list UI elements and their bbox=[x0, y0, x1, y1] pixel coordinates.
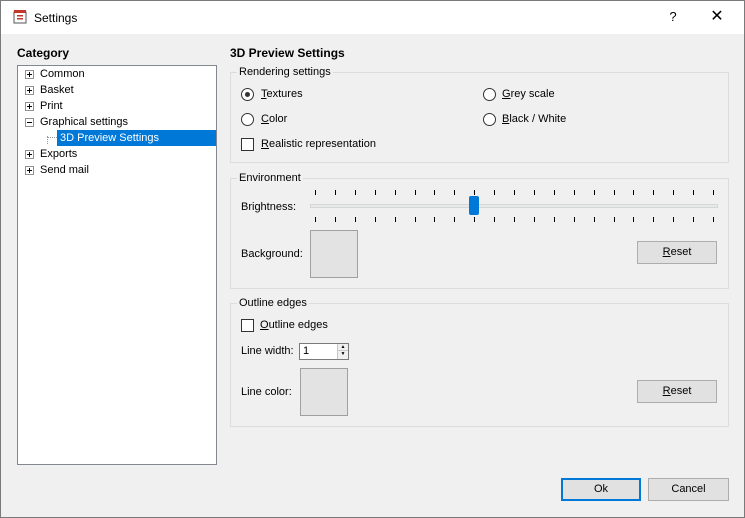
expand-icon[interactable] bbox=[25, 166, 34, 175]
tree-item-label: 3D Preview Settings bbox=[60, 132, 160, 144]
slider-tick bbox=[633, 217, 634, 222]
grey-scale-label[interactable]: Grey scale bbox=[502, 88, 555, 100]
expand-icon[interactable] bbox=[25, 150, 34, 159]
slider-tick bbox=[554, 190, 555, 195]
cancel-button[interactable]: Cancel bbox=[648, 478, 729, 501]
tree-item-label: Graphical settings bbox=[40, 116, 129, 128]
tree-item-label: Basket bbox=[40, 84, 74, 96]
line-color-swatch[interactable] bbox=[300, 368, 348, 416]
slider-tick bbox=[534, 217, 535, 222]
page-title: 3D Preview Settings bbox=[230, 46, 345, 60]
collapse-icon[interactable] bbox=[25, 118, 34, 127]
slider-tick bbox=[375, 217, 376, 222]
background-color-swatch[interactable] bbox=[310, 230, 358, 278]
expand-icon[interactable] bbox=[25, 70, 34, 79]
slider-tick bbox=[454, 217, 455, 222]
background-label: Background: bbox=[241, 248, 303, 260]
slider-tick bbox=[514, 217, 515, 222]
tree-connector bbox=[47, 137, 57, 138]
ok-button[interactable]: Ok bbox=[561, 478, 641, 501]
slider-tick bbox=[614, 190, 615, 195]
realistic-representation-label[interactable]: Realistic representation bbox=[261, 138, 376, 150]
slider-tick bbox=[594, 217, 595, 222]
stepper-buttons: ▲ ▼ bbox=[337, 344, 348, 359]
line-color-label: Line color: bbox=[241, 386, 292, 398]
slider-tick bbox=[574, 217, 575, 222]
slider-tick bbox=[315, 190, 316, 195]
line-width-label: Line width: bbox=[241, 345, 294, 357]
slider-tick bbox=[693, 217, 694, 222]
stepper-up-icon[interactable]: ▲ bbox=[338, 344, 348, 351]
slider-tick bbox=[355, 217, 356, 222]
color-label[interactable]: Color bbox=[261, 113, 287, 125]
slider-tick bbox=[614, 217, 615, 222]
outline-reset-button[interactable]: Reset bbox=[637, 380, 717, 403]
app-icon bbox=[13, 10, 27, 24]
slider-tick bbox=[554, 217, 555, 222]
slider-tick bbox=[514, 190, 515, 195]
slider-tick bbox=[574, 190, 575, 195]
line-width-stepper[interactable]: 1 ▲ ▼ bbox=[299, 343, 349, 360]
expand-icon[interactable] bbox=[25, 86, 34, 95]
slider-tick bbox=[713, 217, 714, 222]
black-white-label[interactable]: Black / White bbox=[502, 113, 566, 125]
slider-tick bbox=[335, 190, 336, 195]
slider-tick bbox=[395, 190, 396, 195]
category-heading: Category bbox=[17, 46, 70, 60]
slider-tick bbox=[673, 217, 674, 222]
close-button[interactable]: ✕ bbox=[703, 6, 731, 28]
brightness-label: Brightness: bbox=[241, 201, 297, 213]
textures-radio[interactable] bbox=[241, 88, 254, 101]
slider-tick bbox=[494, 190, 495, 195]
realistic-representation-checkbox[interactable] bbox=[241, 138, 254, 151]
slider-tick bbox=[594, 190, 595, 195]
brightness-slider-thumb[interactable] bbox=[469, 196, 479, 215]
slider-tick bbox=[434, 190, 435, 195]
textures-label[interactable]: Textures bbox=[261, 88, 303, 100]
slider-tick bbox=[474, 217, 475, 222]
grey-scale-radio[interactable] bbox=[483, 88, 496, 101]
slider-tick bbox=[315, 217, 316, 222]
slider-tick bbox=[474, 190, 475, 195]
group-title: Environment bbox=[237, 172, 303, 184]
group-title: Outline edges bbox=[237, 297, 309, 309]
category-tree[interactable]: Common Basket Print Graphical settings 3… bbox=[17, 65, 217, 465]
tree-item-label: Exports bbox=[40, 148, 78, 160]
brightness-slider-track[interactable] bbox=[310, 204, 718, 208]
line-width-value[interactable]: 1 bbox=[303, 345, 309, 357]
environment-reset-button[interactable]: Reset bbox=[637, 241, 717, 264]
slider-tick bbox=[454, 190, 455, 195]
slider-tick bbox=[395, 217, 396, 222]
window-title: Settings bbox=[34, 11, 78, 25]
slider-tick bbox=[653, 190, 654, 195]
slider-tick bbox=[375, 190, 376, 195]
slider-tick bbox=[713, 190, 714, 195]
stepper-down-icon[interactable]: ▼ bbox=[338, 351, 348, 358]
slider-tick bbox=[673, 190, 674, 195]
slider-tick bbox=[494, 217, 495, 222]
title-bar: Settings ? ✕ bbox=[1, 1, 744, 34]
slider-tick bbox=[653, 217, 654, 222]
slider-tick bbox=[633, 190, 634, 195]
settings-dialog: Settings ? ✕ Category Common Basket Prin… bbox=[0, 0, 745, 518]
slider-tick bbox=[415, 217, 416, 222]
environment-group: Environment bbox=[230, 172, 729, 289]
outline-edges-label[interactable]: Outline edges bbox=[260, 319, 328, 331]
slider-tick bbox=[434, 217, 435, 222]
expand-icon[interactable] bbox=[25, 102, 34, 111]
slider-tick bbox=[335, 217, 336, 222]
slider-tick bbox=[693, 190, 694, 195]
black-white-radio[interactable] bbox=[483, 113, 496, 126]
outline-edges-checkbox[interactable] bbox=[241, 319, 254, 332]
tree-item-label: Common bbox=[40, 68, 85, 80]
tree-item-label: Send mail bbox=[40, 164, 89, 176]
slider-tick bbox=[415, 190, 416, 195]
tree-item-label: Print bbox=[40, 100, 63, 112]
tree-item-3d-preview-settings[interactable]: 3D Preview Settings bbox=[57, 130, 216, 146]
help-button[interactable]: ? bbox=[661, 6, 685, 28]
color-radio[interactable] bbox=[241, 113, 254, 126]
slider-tick bbox=[355, 190, 356, 195]
slider-tick bbox=[534, 190, 535, 195]
group-title: Rendering settings bbox=[237, 66, 333, 78]
